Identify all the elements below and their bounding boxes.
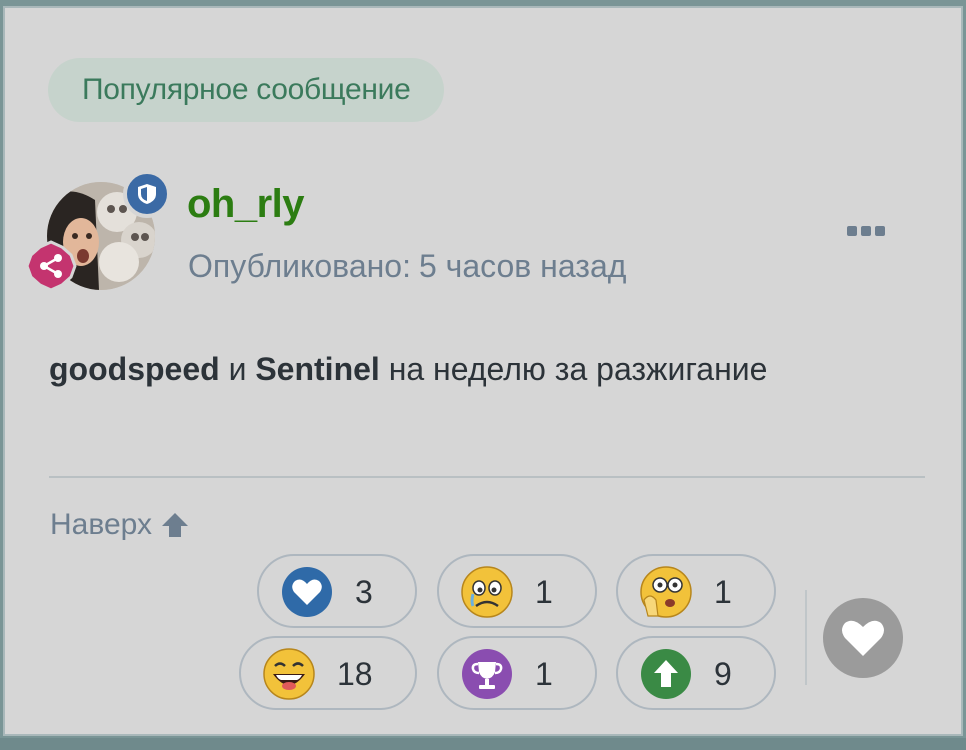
reaction-crying-button[interactable]: 1: [437, 554, 597, 628]
share-network-icon: [25, 240, 77, 292]
reaction-shocked-button[interactable]: 1: [616, 554, 776, 628]
posted-time[interactable]: 5 часов назад: [419, 248, 626, 284]
crying-face-icon: [461, 566, 513, 618]
dot-icon: [861, 226, 871, 236]
mention-sentinel[interactable]: Sentinel: [255, 351, 379, 387]
reaction-upvote-button[interactable]: 9: [616, 636, 776, 710]
back-to-top-link[interactable]: Наверх: [50, 508, 190, 542]
popular-post-label: Популярное сообщение: [82, 73, 411, 106]
reaction-count: 9: [714, 656, 732, 692]
dot-icon: [847, 226, 857, 236]
reaction-count: 3: [355, 574, 373, 610]
reaction-count: 1: [535, 656, 553, 692]
more-options-button[interactable]: [847, 226, 885, 236]
bottom-border: [0, 738, 966, 750]
upvote-arrow-icon: [641, 649, 691, 699]
posted-label: Опубликовано:: [188, 248, 411, 284]
reaction-trophy-button[interactable]: 1: [437, 636, 597, 710]
reaction-count: 1: [714, 574, 732, 610]
dot-icon: [875, 226, 885, 236]
post-timestamp: Опубликовано: 5 часов назад: [188, 248, 626, 285]
reaction-laughing-button[interactable]: 18: [239, 636, 417, 710]
laughing-face-icon: [263, 648, 315, 700]
back-to-top-label: Наверх: [50, 508, 152, 541]
message-conjunction: и: [228, 351, 247, 387]
like-button[interactable]: [823, 598, 903, 678]
popular-post-badge: Популярное сообщение: [48, 58, 445, 122]
trophy-icon: [462, 649, 512, 699]
reactions-separator: [805, 590, 807, 685]
reaction-count: 18: [337, 656, 373, 692]
reaction-count: 1: [535, 574, 553, 610]
divider: [49, 476, 925, 478]
heart-reaction-icon: [282, 567, 332, 617]
author-username[interactable]: oh_rly: [187, 182, 305, 227]
arrow-up-icon: [161, 513, 188, 537]
moderator-shield-icon: [123, 170, 171, 218]
mention-goodspeed[interactable]: goodspeed: [49, 351, 220, 387]
reaction-heart-button[interactable]: 3: [257, 554, 417, 628]
shocked-face-icon: [640, 566, 692, 618]
message-text: на неделю за разжигание: [388, 351, 768, 387]
post-card: Популярное сообщение oh_rly Опубликовано…: [3, 6, 963, 736]
heart-icon: [842, 620, 884, 656]
post-message: goodspeed и Sentinel на неделю за разжиг…: [49, 351, 767, 388]
